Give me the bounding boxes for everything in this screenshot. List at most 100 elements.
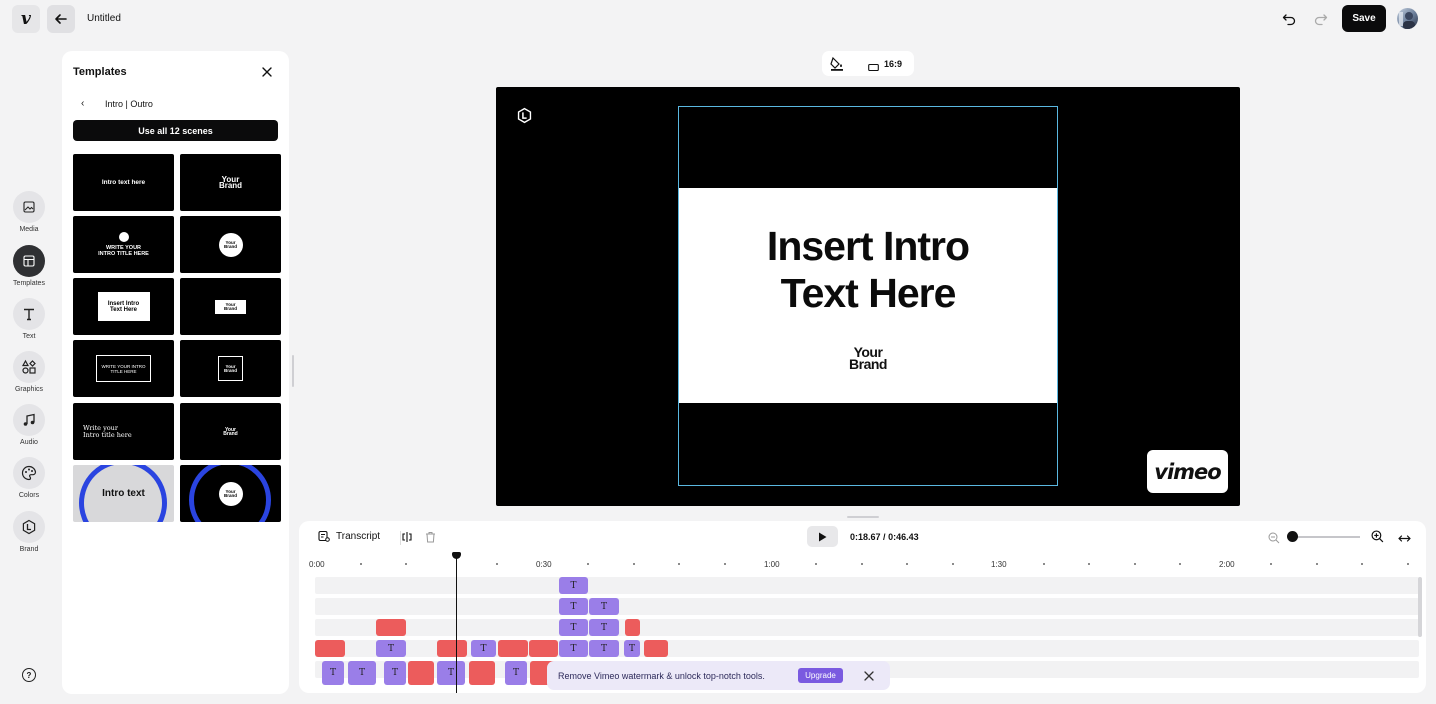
breadcrumb: Intro | Outro [105,99,153,109]
avatar[interactable] [1397,8,1418,29]
ruler-tick [360,563,362,565]
scene-clip[interactable] [437,640,467,657]
preview-canvas[interactable]: Insert Intro Text Here Your Brand vimeo [496,87,1240,506]
template-thumb[interactable]: Your Brand [180,216,281,273]
scene-clip[interactable] [376,619,406,636]
playback-time: 0:18.67 / 0:46.43 [850,532,919,542]
template-thumb[interactable]: Your Brand [180,465,281,522]
scene-clip[interactable] [498,640,528,657]
upgrade-button[interactable]: Upgrade [798,668,843,683]
ruler-tick [1179,563,1181,565]
panel-resize-handle[interactable] [292,355,294,387]
template-thumb[interactable]: Your Brand [180,403,281,460]
scene-clip[interactable] [529,640,558,657]
panel-title: Templates [73,66,127,78]
panel-close-button[interactable] [261,65,273,77]
timeline-track[interactable] [315,598,1419,615]
scene-clip[interactable] [315,640,345,657]
vimeo-logo-button[interactable]: v [12,5,40,33]
rail-item-brand[interactable]: Brand [0,511,58,553]
timeline-resize-handle[interactable] [847,516,879,518]
zoom-out-button[interactable] [1268,531,1280,549]
transcript-button[interactable]: Transcript [318,530,380,542]
text-clip[interactable]: T [384,661,406,685]
undo-button[interactable] [1282,12,1296,31]
template-thumb[interactable]: Write your Intro title here [73,403,174,460]
rail-item-audio[interactable]: Audio [0,404,58,446]
play-button[interactable] [807,526,838,547]
aspect-ratio-label[interactable]: 16:9 [884,59,902,69]
use-all-scenes-button[interactable]: Use all 12 scenes [73,120,278,141]
aspect-ratio-icon[interactable] [868,59,879,77]
scene-clip[interactable] [644,640,668,657]
text-clip[interactable]: T [559,598,588,615]
rail-item-templates[interactable]: Templates [0,245,58,287]
ruler-tick [952,563,954,565]
template-thumb[interactable]: WRITE YOUR INTRO TITLE HERE [73,216,174,273]
scene-clip[interactable] [625,619,640,636]
upgrade-toast: Remove Vimeo watermark & unlock top-notc… [547,661,890,690]
text-clip[interactable]: T [348,661,376,685]
template-thumb[interactable]: Intro text here [73,154,174,211]
preview-toolbar: 16:9 [822,51,914,76]
delete-clip-button[interactable] [425,530,436,548]
white-card: Insert Intro Text Here [97,292,150,321]
rail-item-colors[interactable]: Colors [0,457,58,499]
help-icon[interactable]: ? [22,668,36,682]
ruler-tick [496,563,498,565]
ruler-tick [1407,563,1409,565]
template-thumb[interactable]: Your Brand [180,278,281,335]
text-clip[interactable]: T [376,640,406,657]
outline-frame: Your Brand [218,356,243,381]
toast-close-button[interactable] [863,669,875,687]
ruler-tick [678,563,680,565]
back-button[interactable] [47,5,75,33]
redo-icon [1314,14,1328,26]
brand-icon [22,519,36,535]
template-thumb[interactable]: Your Brand [180,340,281,397]
text-clip[interactable]: T [322,661,344,685]
timeline-scrollbar[interactable] [1418,577,1422,637]
playhead-handle[interactable] [452,552,461,559]
selection-frame[interactable] [678,106,1058,486]
trash-icon [426,532,435,543]
zoom-in-button[interactable] [1371,530,1384,548]
scene-clip[interactable] [408,661,434,685]
timeline-track[interactable] [315,619,1419,636]
zoom-slider[interactable] [1288,536,1360,538]
background-fill-button[interactable] [830,56,844,76]
ruler-label: 2:00 [1219,560,1235,569]
toast-message: Remove Vimeo watermark & unlock top-notc… [558,671,765,681]
text-clip[interactable]: T [437,661,465,685]
text-clip[interactable]: T [589,619,619,636]
playhead[interactable] [456,553,457,693]
rail-item-media[interactable]: Media [0,191,58,233]
text-clip[interactable]: T [559,577,588,594]
text-clip[interactable]: T [589,598,619,615]
template-thumb[interactable]: Insert Intro Text Here [73,278,174,335]
text-clip[interactable]: T [559,640,588,657]
document-title[interactable]: Untitled [87,13,121,24]
timeline-track[interactable] [315,577,1419,594]
text-clip[interactable]: T [624,640,640,657]
text-clip[interactable]: T [471,640,496,657]
text-clip[interactable]: T [589,640,619,657]
scene-clip[interactable] [469,661,495,685]
text-clip[interactable]: T [559,619,588,636]
brand-watermark-icon [516,107,533,129]
breadcrumb-back-button[interactable]: ‹ [81,98,84,109]
save-button[interactable]: Save [1342,5,1386,32]
template-thumb[interactable]: WRITE YOUR INTRO TITLE HERE [73,340,174,397]
template-thumb[interactable]: Your Brand [180,154,281,211]
zoom-slider-handle[interactable] [1287,531,1298,542]
ruler-label: 1:30 [991,560,1007,569]
close-icon [864,671,874,681]
paint-bucket-icon [830,56,843,71]
split-clip-button[interactable] [401,530,413,548]
rail-item-graphics[interactable]: Graphics [0,351,58,393]
redo-button[interactable] [1314,12,1328,31]
text-clip[interactable]: T [505,661,527,685]
fit-timeline-button[interactable] [1398,531,1411,549]
template-thumb[interactable]: Intro text [73,465,174,522]
rail-item-text[interactable]: Text [0,298,58,340]
